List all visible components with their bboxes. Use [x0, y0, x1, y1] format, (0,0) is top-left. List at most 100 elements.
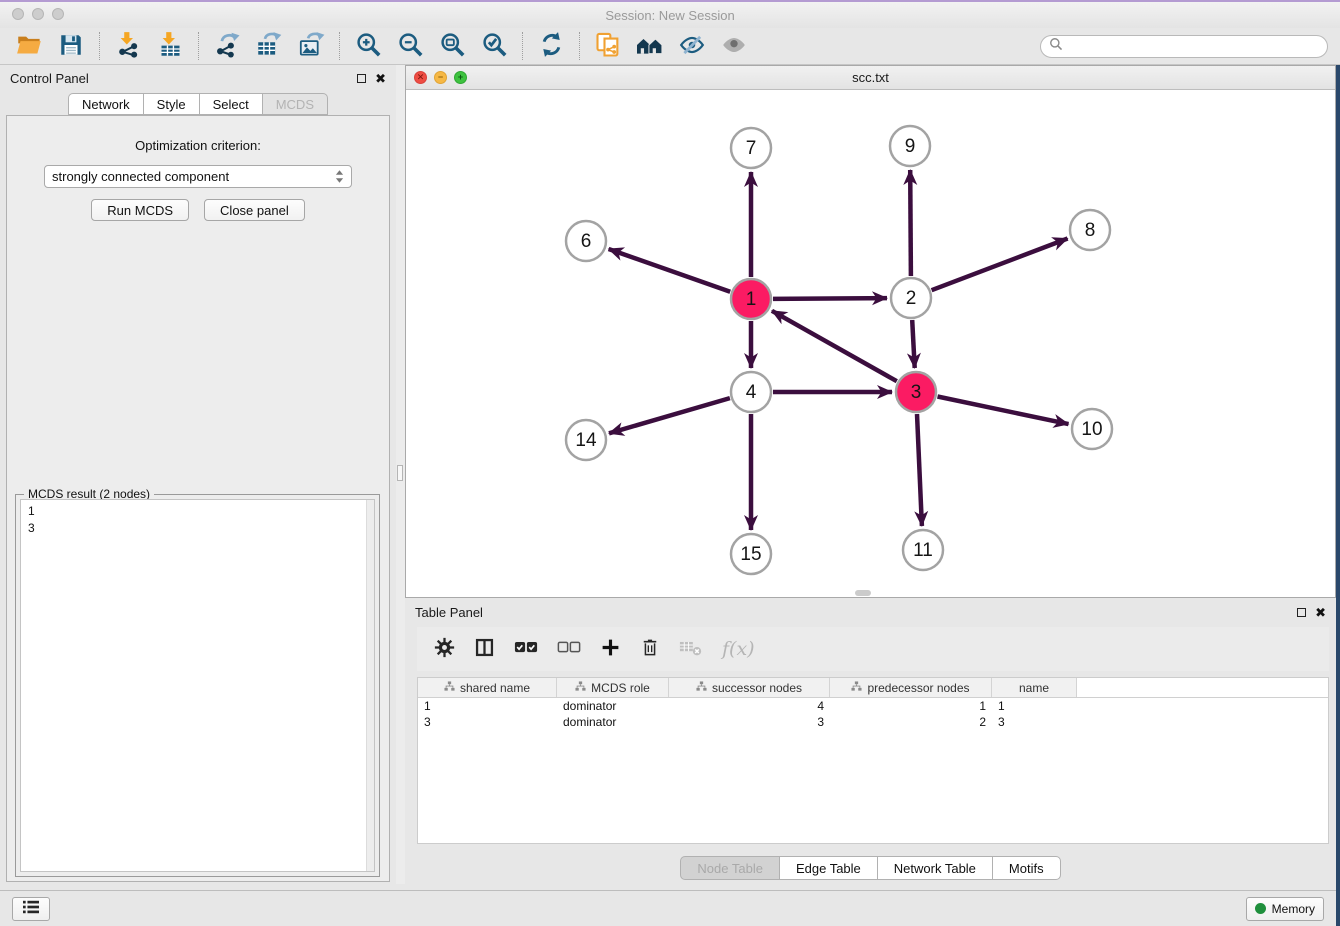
close-window-icon[interactable]: [12, 8, 24, 20]
network-maximize-icon[interactable]: +: [454, 71, 467, 84]
cell-name[interactable]: 1: [992, 698, 1077, 714]
mcds-result-item[interactable]: 3: [28, 520, 367, 537]
save-session-button[interactable]: [50, 30, 92, 62]
network-graph-canvas[interactable]: 7 9 6 8 1 2 4 3 14 10 15 11: [406, 91, 1335, 597]
network-view-window: ✕ − + scc.txt 7968124314101511: [405, 65, 1336, 598]
graph-node-4[interactable]: 4: [731, 372, 771, 412]
cell-predecessor-nodes[interactable]: 1: [830, 698, 992, 714]
show-all-button[interactable]: [713, 30, 755, 62]
edge-1-6[interactable]: [609, 249, 731, 292]
edge-1-2[interactable]: [773, 298, 887, 299]
graph-node-2[interactable]: 2: [891, 278, 931, 318]
cell-predecessor-nodes[interactable]: 2: [830, 714, 992, 730]
tab-select[interactable]: Select: [199, 93, 263, 115]
close-panel-icon[interactable]: ✖: [375, 72, 386, 85]
export-network-button[interactable]: [206, 30, 248, 62]
copy-network-view-button[interactable]: [587, 30, 629, 62]
run-mcds-button[interactable]: Run MCDS: [91, 199, 189, 221]
select-all-button[interactable]: [514, 639, 538, 659]
graph-node-9[interactable]: 9: [890, 126, 930, 166]
graph-node-7[interactable]: 7: [731, 128, 771, 168]
maximize-window-icon[interactable]: [52, 8, 64, 20]
cell-name[interactable]: 3: [992, 714, 1077, 730]
graph-node-11[interactable]: 11: [903, 530, 943, 570]
network-close-icon[interactable]: ✕: [414, 71, 427, 84]
export-image-icon: [298, 31, 325, 61]
hide-selected-button[interactable]: [671, 30, 713, 62]
unselect-all-button[interactable]: [557, 639, 581, 659]
edge-2-9[interactable]: [910, 170, 911, 276]
home-layout-button[interactable]: [629, 30, 671, 62]
memory-button[interactable]: Memory: [1246, 897, 1324, 921]
close-table-panel-icon[interactable]: ✖: [1315, 606, 1326, 619]
search-input[interactable]: [1068, 38, 1319, 54]
column-header-name[interactable]: name: [992, 678, 1077, 697]
mcds-result-item[interactable]: 1: [28, 503, 367, 520]
cell-mcds-role[interactable]: dominator: [557, 714, 669, 730]
close-panel-button[interactable]: Close panel: [204, 199, 305, 221]
cell-shared-name[interactable]: 1: [418, 698, 557, 714]
tab-network-table[interactable]: Network Table: [877, 856, 993, 880]
edge-4-14[interactable]: [609, 398, 730, 433]
zoom-selected-button[interactable]: [473, 30, 515, 62]
edge-3-10[interactable]: [938, 397, 1069, 425]
tab-mcds[interactable]: MCDS: [262, 93, 328, 115]
table-row[interactable]: 3dominator323: [418, 714, 1328, 730]
tab-network[interactable]: Network: [68, 93, 144, 115]
search-box[interactable]: [1040, 35, 1328, 58]
edge-3-1[interactable]: [772, 311, 897, 381]
graph-node-1[interactable]: 1: [731, 279, 771, 319]
node-table[interactable]: shared nameMCDS rolesuccessor nodesprede…: [417, 677, 1329, 844]
export-image-button[interactable]: [290, 30, 332, 62]
tab-motifs[interactable]: Motifs: [992, 856, 1061, 880]
graph-node-6[interactable]: 6: [566, 221, 606, 261]
import-table-button[interactable]: [149, 30, 191, 62]
column-header-predecessor-nodes[interactable]: predecessor nodes: [830, 678, 992, 697]
task-history-button[interactable]: [12, 897, 50, 921]
add-row-button[interactable]: [600, 637, 621, 661]
edge-2-3[interactable]: [912, 320, 915, 368]
result-scrollbar[interactable]: [366, 500, 374, 871]
zoom-in-button[interactable]: [347, 30, 389, 62]
show-columns-button[interactable]: [474, 637, 495, 661]
network-graph[interactable]: 7 9 6 8 1 2 4 3 14 10 15 11: [406, 91, 1335, 597]
zoom-out-button[interactable]: [389, 30, 431, 62]
tab-node-table[interactable]: Node Table: [680, 856, 780, 880]
float-table-panel-icon[interactable]: [1297, 608, 1306, 617]
column-header-shared-name[interactable]: shared name: [418, 678, 557, 697]
mcds-result-list[interactable]: 13: [20, 499, 375, 872]
cell-mcds-role[interactable]: dominator: [557, 698, 669, 714]
table-row[interactable]: 1dominator411: [418, 698, 1328, 714]
panel-divider[interactable]: [396, 65, 405, 884]
network-hscroll-handle[interactable]: [855, 590, 871, 596]
network-minimize-icon[interactable]: −: [434, 71, 447, 84]
column-header-mcds-role[interactable]: MCDS role: [557, 678, 669, 697]
cell-successor-nodes[interactable]: 4: [669, 698, 830, 714]
tab-style[interactable]: Style: [143, 93, 200, 115]
graph-node-3[interactable]: 3: [896, 372, 936, 412]
tab-edge-table[interactable]: Edge Table: [779, 856, 878, 880]
edge-3-11[interactable]: [917, 414, 922, 526]
graph-node-15[interactable]: 15: [731, 534, 771, 574]
graph-node-10[interactable]: 10: [1072, 409, 1112, 449]
open-session-button[interactable]: [8, 30, 50, 62]
zoom-fit-button[interactable]: [431, 30, 473, 62]
settings-button[interactable]: [434, 637, 455, 661]
refresh-view-button[interactable]: [530, 30, 572, 62]
divider-grip[interactable]: [397, 465, 403, 481]
delete-row-button[interactable]: [640, 637, 660, 661]
criterion-dropdown[interactable]: strongly connected component: [44, 165, 352, 188]
float-panel-icon[interactable]: [357, 74, 366, 83]
column-header-successor-nodes[interactable]: successor nodes: [669, 678, 830, 697]
edge-2-8[interactable]: [932, 239, 1068, 291]
cell-shared-name[interactable]: 3: [418, 714, 557, 730]
graph-node-14[interactable]: 14: [566, 420, 606, 460]
graph-node-8[interactable]: 8: [1070, 210, 1110, 250]
column-label: name: [1019, 681, 1049, 695]
export-table-button[interactable]: [248, 30, 290, 62]
cell-successor-nodes[interactable]: 3: [669, 714, 830, 730]
zoom-out-icon: [397, 31, 424, 61]
minimize-window-icon[interactable]: [32, 8, 44, 20]
export-network-icon: [214, 31, 241, 61]
import-network-button[interactable]: [107, 30, 149, 62]
